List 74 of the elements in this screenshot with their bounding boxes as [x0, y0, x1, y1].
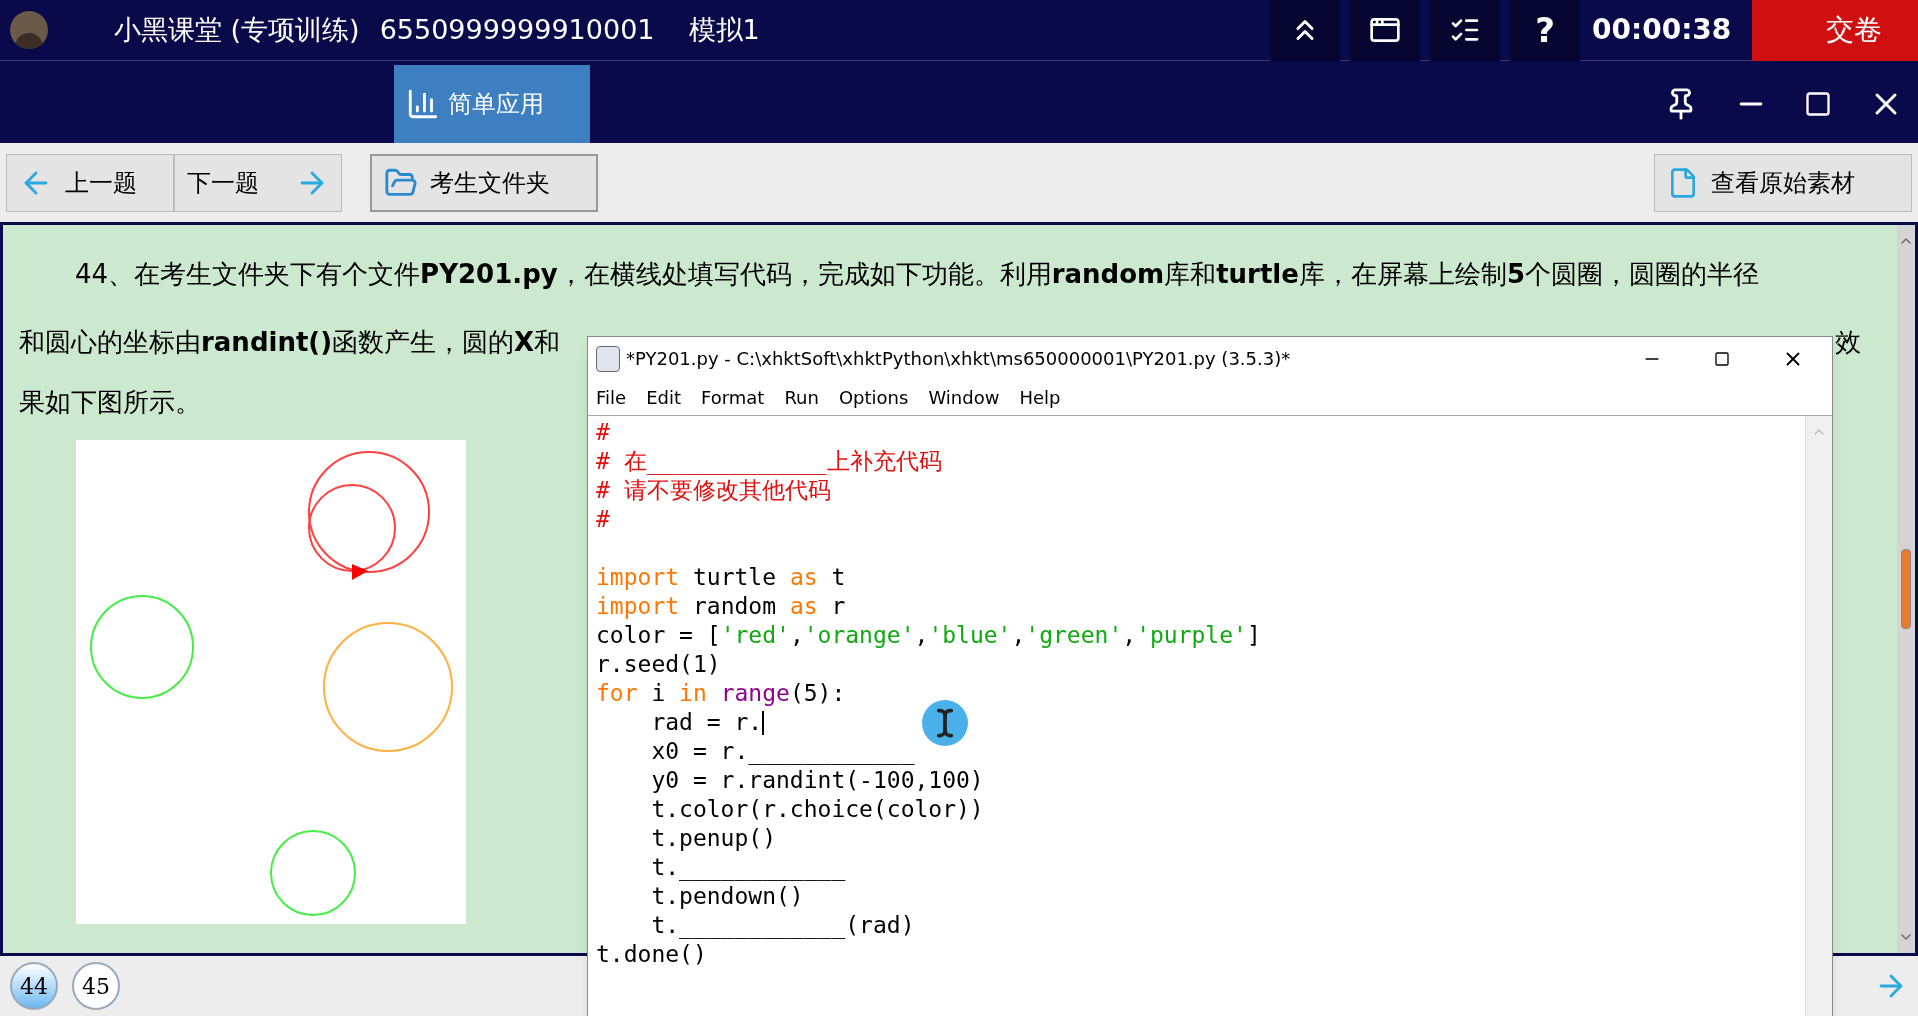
code-text: import — [596, 592, 680, 621]
checklist-button[interactable] — [1430, 0, 1500, 61]
paper-name: 模拟1 — [688, 12, 760, 47]
code-text: t.____________ — [650, 853, 846, 882]
code-text: # 在_____________上补充代码 — [596, 447, 942, 476]
timer: 00:00:38 — [1592, 12, 1733, 48]
app-title: 小黑课堂 (专项训练) — [114, 12, 360, 47]
code-text: y0 = r.randint(-100,100) — [650, 766, 984, 795]
maximize-icon[interactable] — [1714, 350, 1730, 367]
menu-item[interactable]: Help — [1019, 384, 1061, 411]
code-text: t.pendown() — [650, 882, 804, 911]
code-text: (5): — [789, 679, 846, 708]
menu-item[interactable]: Window — [928, 384, 1000, 411]
code-text: t.____________(rad) — [650, 911, 915, 940]
window-button[interactable] — [1350, 0, 1420, 61]
question-text: 44、在考生文件夹下有个文件PY201.py，在横线处填写代码，完成如下功能。利用random库和turtle库，在屏幕上绘制5个圆圈，圆圈的半径 — [74, 258, 1760, 291]
code-text: range — [720, 679, 790, 708]
code-text: , — [914, 621, 929, 650]
menu-item[interactable]: Options — [838, 384, 909, 411]
submit-button[interactable]: 交卷 — [1752, 0, 1918, 61]
code-text: # 请不要修改其他代码 — [596, 476, 831, 505]
menu-item[interactable]: Edit — [646, 384, 681, 411]
code-text: 'red' — [720, 621, 790, 650]
maximize-icon[interactable] — [1804, 90, 1832, 118]
code-text: , — [789, 621, 804, 650]
bar-chart-icon — [406, 87, 440, 121]
question-text: 果如下图所示。 — [19, 385, 201, 419]
source-material-button[interactable]: 查看原始素材 — [1654, 153, 1912, 212]
code-text: x0 = r.____________ — [650, 737, 915, 766]
menu-item[interactable]: File — [596, 384, 627, 411]
python-file-icon — [596, 345, 620, 372]
code-text: t — [830, 563, 846, 592]
code-text: rad = r. — [650, 708, 763, 737]
code-text: for — [596, 679, 638, 708]
avatar-icon — [10, 11, 48, 49]
code-text: t.penup() — [650, 824, 776, 853]
section-tab[interactable]: 简单应用 — [394, 65, 590, 143]
code-text: r — [830, 592, 846, 621]
question-number[interactable]: 44 — [10, 962, 58, 1010]
code-text: color = [ — [596, 621, 721, 650]
code-text: , — [1011, 621, 1026, 650]
code-text: 'blue' — [928, 621, 1012, 650]
code-text: # — [596, 418, 610, 447]
previous-button[interactable]: 上一题 — [6, 153, 174, 212]
code-text: random — [691, 592, 778, 621]
code-text: 'purple' — [1136, 621, 1247, 650]
code-text: 'orange' — [803, 621, 915, 650]
code-text: t.color(r.choice(color)) — [650, 795, 984, 824]
exam-id: 6550999999910001 — [379, 12, 655, 47]
folder-button[interactable]: 考生文件夹 — [370, 153, 598, 212]
collapse-button[interactable] — [1270, 0, 1340, 61]
code-text: i — [650, 679, 667, 708]
scrollbar-thumb[interactable] — [1901, 549, 1911, 629]
next-button[interactable]: 下一题 — [174, 153, 342, 212]
code-text: turtle — [691, 563, 778, 592]
help-button[interactable]: ? — [1510, 0, 1580, 61]
window-title: *PY201.py - C:\xhktSoft\xhktPython\xhkt\ms650000001\PY201.py (3.5.3)* — [626, 347, 1291, 371]
code-text: r.seed(1) — [596, 650, 721, 679]
editor-scrollbar[interactable] — [1806, 416, 1832, 1016]
menu-item[interactable]: Format — [701, 384, 765, 411]
question-number[interactable]: 45 — [72, 962, 120, 1010]
code-text: import — [596, 563, 680, 592]
code-text: as — [789, 592, 818, 621]
code-text: as — [789, 563, 818, 592]
scrollbar[interactable] — [1897, 225, 1915, 953]
code-text: t.done() — [596, 940, 707, 969]
menu-item[interactable]: Run — [784, 384, 819, 411]
question-text: 和圆心的坐标由randint()函数产生，圆的X和 — [19, 326, 561, 359]
code-text: 'green' — [1025, 621, 1123, 650]
code-text: , — [1122, 621, 1137, 650]
code-text: ] — [1246, 621, 1261, 650]
question-text: 效 — [1835, 326, 1861, 359]
code-text: in — [679, 679, 708, 708]
code-text: # — [596, 505, 610, 534]
